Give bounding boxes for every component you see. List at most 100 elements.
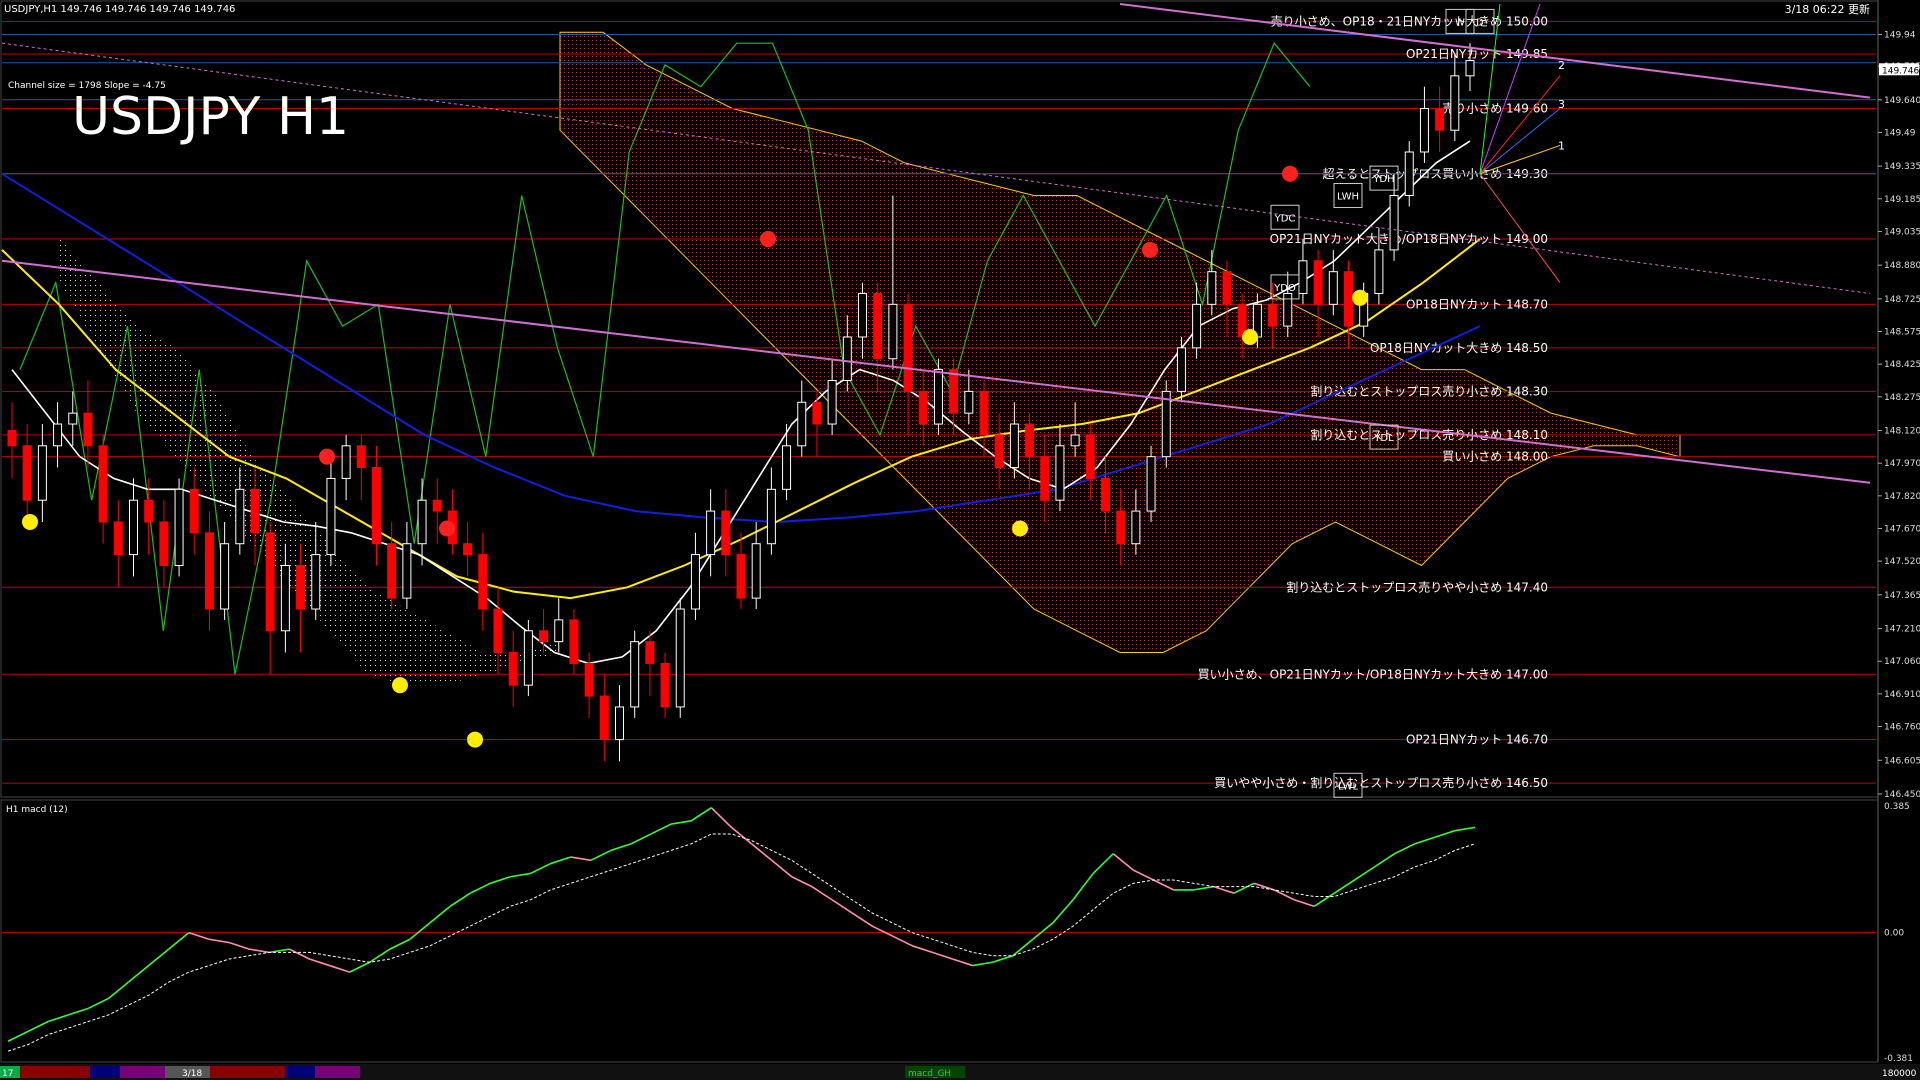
candle-body [341, 445, 351, 479]
candle-body [83, 412, 93, 447]
candle-body [1009, 423, 1019, 469]
bottom-date-label: 3/18 [182, 1069, 202, 1079]
candle-body [1085, 434, 1095, 479]
level-label: OP18日NYカット 148.70 [1406, 297, 1548, 311]
candle-body [903, 303, 913, 392]
marker-label: YDC [1274, 213, 1296, 224]
candle-body [463, 543, 473, 556]
candle-body [387, 543, 397, 599]
bottom-left-label: 17 [2, 1069, 13, 1079]
sell-signal-icon [760, 231, 776, 248]
marker-label: LWH [1337, 192, 1359, 203]
candle-body [220, 543, 230, 610]
fan-label: 2 [1558, 59, 1565, 72]
candle-body [964, 390, 974, 414]
candle-body [129, 499, 138, 556]
candle-body [1025, 423, 1035, 458]
candle-body [68, 412, 78, 425]
candle-body [1450, 75, 1460, 131]
candle-body [280, 564, 290, 632]
buy-signal-icon [467, 731, 483, 748]
candle-body [554, 619, 564, 643]
candle-body [7, 430, 17, 447]
level-label: OP21日NYカット 146.70 [1406, 733, 1548, 747]
y-tick-label: 147.820 [1884, 492, 1920, 502]
candle-body [706, 510, 716, 556]
level-label: 割り込むとストップロス売りやや小さめ 147.40 [1286, 579, 1548, 594]
candle-body [250, 488, 260, 534]
y-tick-label: 149.94 [1884, 30, 1916, 40]
y-tick-label: 147.060 [1884, 657, 1920, 667]
timestamp: 3/18 06:22 更新 [1785, 2, 1870, 16]
candle-body [675, 608, 685, 708]
level-label: OP21日NYカット大きめ/OP18日NYカット 149.00 [1270, 232, 1548, 246]
candle-body [721, 510, 731, 556]
y-tick-label: 146.760 [1884, 723, 1920, 733]
y-tick-label: 148.120 [1884, 427, 1920, 437]
current-price-label: 149.746 [1882, 66, 1919, 76]
candle-body [539, 630, 549, 643]
candle-body [53, 423, 63, 447]
candle-body [174, 488, 184, 566]
y-tick-label: 146.605 [1884, 756, 1920, 766]
level-label: 買い小さめ、OP21日NYカット/OP18日NYカット大きめ 147.00 [1198, 667, 1548, 681]
candle-body [235, 488, 245, 545]
y-tick-label: 147.970 [1884, 459, 1920, 469]
candle-body [1207, 271, 1217, 305]
candle-body [1465, 60, 1475, 77]
y-tick-label: 148.725 [1884, 295, 1920, 305]
y-tick-label: 146.910 [1884, 690, 1920, 700]
marker-label: YDO [1273, 283, 1296, 294]
candle-body [1268, 303, 1278, 327]
candle-body [402, 543, 412, 599]
candle-body [630, 641, 640, 708]
candle-body [979, 390, 989, 436]
candle-body [569, 619, 579, 664]
level-label: 買いやや小さめ・割り込むとストップロス売り小さめ 146.50 [1214, 775, 1548, 790]
sell-signal-icon [439, 520, 455, 537]
macd-tick-label: 0.00 [1884, 929, 1904, 939]
candle-body [265, 532, 275, 632]
candle-body [1328, 271, 1338, 305]
candle-body [189, 488, 199, 534]
candle-body [1283, 292, 1293, 327]
candle-body [1404, 151, 1414, 197]
candle-body [827, 380, 837, 425]
candle-body [660, 662, 670, 708]
level-label: 売り小さめ、OP18・21日NYカット大きめ 150.00 [1271, 13, 1548, 28]
y-tick-label: 146.450 [1884, 790, 1920, 800]
big-title: USDJPY H1 [72, 87, 349, 147]
sell-signal-icon [1282, 165, 1298, 182]
y-tick-label: 149.185 [1884, 195, 1920, 205]
chart-canvas[interactable]: 売り小さめ、OP18・21日NYカット大きめ 150.00 OP21日NYカット … [0, 0, 1920, 1080]
y-tick-label: 149.640 [1884, 96, 1920, 106]
y-tick-label: 148.575 [1884, 328, 1920, 338]
y-tick-label: 147.670 [1884, 524, 1920, 534]
candle-body [37, 445, 47, 501]
candle-body [1176, 347, 1186, 392]
level-label: 買い小さめ 148.00 [1442, 450, 1548, 464]
candle-body [1389, 195, 1399, 251]
candle-body [949, 369, 959, 414]
candle-body [994, 434, 1004, 469]
candle-body [1116, 510, 1126, 545]
candle-body [766, 488, 776, 545]
symbol-info: USDJPY,H1 149.746 149.746 149.746 149.74… [4, 4, 235, 15]
candle-body [1344, 271, 1353, 327]
candle-body [508, 652, 518, 686]
sell-signal-icon [1142, 241, 1158, 258]
candle-body [1313, 260, 1323, 305]
candle-body [1419, 107, 1429, 153]
fan-label: 3 [1558, 98, 1565, 111]
y-tick-label: 148.425 [1884, 360, 1920, 370]
buy-signal-icon [1242, 328, 1258, 345]
candle-body [615, 706, 624, 741]
candle-body [918, 390, 928, 425]
marker-label: W [1455, 17, 1465, 28]
y-tick-label: 148.880 [1884, 261, 1920, 271]
candle-body [417, 499, 427, 545]
candle-body [842, 336, 852, 382]
candle-body [22, 445, 32, 501]
candle-body [751, 543, 761, 599]
candle-body [873, 292, 883, 360]
